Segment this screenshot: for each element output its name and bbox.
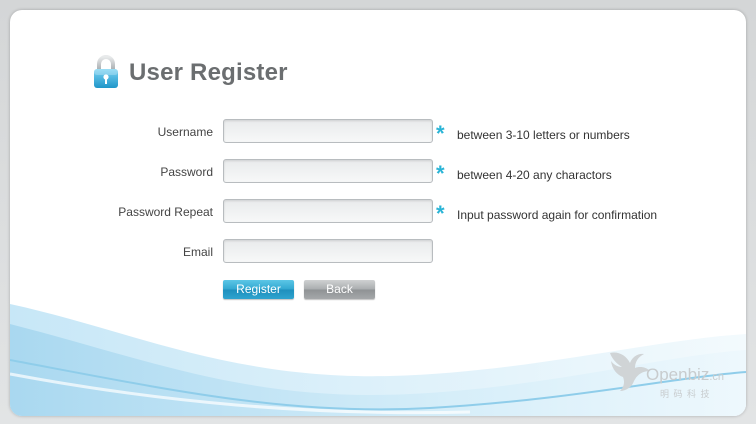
password-repeat-label: Password Repeat xyxy=(118,205,213,219)
password-input[interactable] xyxy=(223,159,433,183)
password-repeat-input[interactable] xyxy=(223,199,433,223)
password-required-mark: * xyxy=(436,161,445,186)
password-label: Password xyxy=(160,165,213,179)
back-button[interactable]: Back xyxy=(304,280,375,299)
register-panel: User Register Username * between 3-10 le… xyxy=(10,10,746,416)
brand-suffix: .cn xyxy=(709,371,725,383)
password-repeat-required-mark: * xyxy=(436,201,445,226)
username-input[interactable] xyxy=(223,119,433,143)
lock-icon xyxy=(94,55,118,88)
username-required-mark: * xyxy=(436,121,445,146)
brand-name-text: Openbiz xyxy=(646,365,710,384)
username-label: Username xyxy=(157,125,213,139)
page-title: User Register xyxy=(129,59,288,86)
page-background: User Register Username * between 3-10 le… xyxy=(0,0,756,424)
brand-name: Openbiz.cn xyxy=(646,365,724,385)
username-hint: between 3-10 letters or numbers xyxy=(457,128,630,142)
brand-subtitle: 明 码 科 技 xyxy=(660,389,711,399)
email-input[interactable] xyxy=(223,239,433,263)
email-label: Email xyxy=(182,245,213,259)
register-button[interactable]: Register xyxy=(223,280,294,299)
password-repeat-hint: Input password again for confirmation xyxy=(457,208,658,222)
openbiz-logo: Openbiz.cn 明 码 科 技 xyxy=(608,347,738,409)
password-hint: between 4-20 any charactors xyxy=(457,168,612,182)
